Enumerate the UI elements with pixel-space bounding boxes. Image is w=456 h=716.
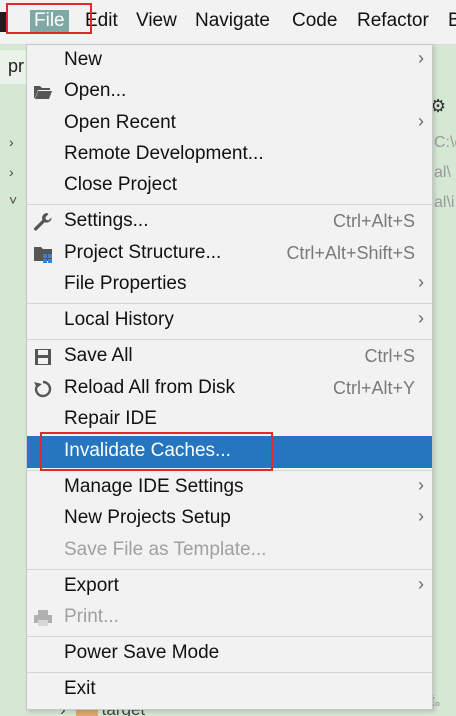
- menu-item-project-structure[interactable]: Project Structure... Ctrl+Alt+Shift+S: [27, 238, 432, 270]
- chevron-right-icon: ›: [418, 506, 424, 526]
- ide-window: pr › › ˅ ⚙ C:\d al\ al\i ›target CSDN @待…: [0, 0, 456, 716]
- menu-navigate[interactable]: Navigate: [195, 10, 270, 32]
- editor-tab-label: pr: [8, 56, 25, 76]
- menu-item-close-project[interactable]: Close Project: [27, 170, 432, 202]
- tree-chevron-down-icon[interactable]: ˅: [9, 192, 17, 208]
- menu-separator: [27, 204, 432, 205]
- reload-icon: [33, 379, 53, 399]
- menu-separator: [27, 672, 432, 673]
- file-menu-dropdown: New › Open... Open Recent › Remote Devel…: [26, 44, 433, 710]
- menu-item-save-file-as-template: Save File as Template...: [64, 539, 267, 560]
- menu-item-open[interactable]: Open...: [27, 76, 432, 108]
- menu-item-repair-ide[interactable]: Repair IDE: [27, 404, 432, 436]
- menu-item-local-history[interactable]: Local History ›: [27, 305, 432, 337]
- path-fragment: al\i: [434, 194, 455, 211]
- chevron-right-icon: ›: [418, 272, 424, 292]
- menu-item-reload-all[interactable]: Reload All from Disk Ctrl+Alt+Y: [27, 373, 432, 405]
- menu-separator: [27, 303, 432, 304]
- path-fragment: al\: [434, 164, 451, 181]
- menu-item-file-properties[interactable]: File Properties ›: [27, 269, 432, 301]
- chevron-right-icon: ›: [418, 475, 424, 495]
- menu-item-power-save-mode[interactable]: Power Save Mode: [27, 638, 432, 670]
- save-icon: [33, 347, 53, 367]
- menu-separator: [27, 569, 432, 570]
- chevron-right-icon: ›: [418, 574, 424, 594]
- menu-item-save-all[interactable]: Save All Ctrl+S: [27, 341, 432, 373]
- menu-item-remote-development[interactable]: Remote Development...: [27, 139, 432, 171]
- menu-file[interactable]: File: [30, 10, 69, 32]
- chevron-right-icon: ›: [418, 111, 424, 131]
- tree-chevron-icon[interactable]: ›: [9, 134, 14, 150]
- menu-item-new[interactable]: New ›: [27, 45, 432, 77]
- menu-view[interactable]: View: [136, 10, 177, 32]
- menu-item-settings[interactable]: Settings... Ctrl+Alt+S: [27, 206, 432, 238]
- menu-separator: [27, 636, 432, 637]
- menu-item-export[interactable]: Export ›: [27, 571, 432, 603]
- print-icon: [33, 608, 53, 628]
- chevron-right-icon: ›: [418, 308, 424, 328]
- menu-separator: [27, 470, 432, 471]
- menu-item-manage-ide-settings[interactable]: Manage IDE Settings ›: [27, 472, 432, 504]
- menu-code[interactable]: Code: [292, 10, 337, 32]
- tree-chevron-icon[interactable]: ›: [9, 164, 14, 180]
- menu-separator: [27, 339, 432, 340]
- menu-item-new-projects-setup[interactable]: New Projects Setup ›: [27, 503, 432, 535]
- chevron-right-icon: ›: [418, 48, 424, 68]
- wrench-icon: [33, 212, 53, 232]
- menu-bar: File Edit View Navigate Code Refactor B: [0, 0, 456, 45]
- menu-refactor[interactable]: Refactor: [357, 10, 429, 32]
- folder-open-icon: [33, 82, 53, 102]
- menu-build[interactable]: B: [448, 10, 456, 32]
- path-fragment: C:\d: [434, 134, 456, 151]
- menu-item-print: Print...: [27, 602, 432, 634]
- menu-item-invalidate-caches[interactable]: Invalidate Caches...: [27, 436, 432, 468]
- menu-edit[interactable]: Edit: [85, 10, 118, 32]
- menu-item-open-recent[interactable]: Open Recent ›: [27, 108, 432, 140]
- menu-item-exit[interactable]: Exit: [27, 674, 432, 706]
- project-structure-icon: [33, 244, 53, 264]
- app-logo-icon: [0, 12, 6, 32]
